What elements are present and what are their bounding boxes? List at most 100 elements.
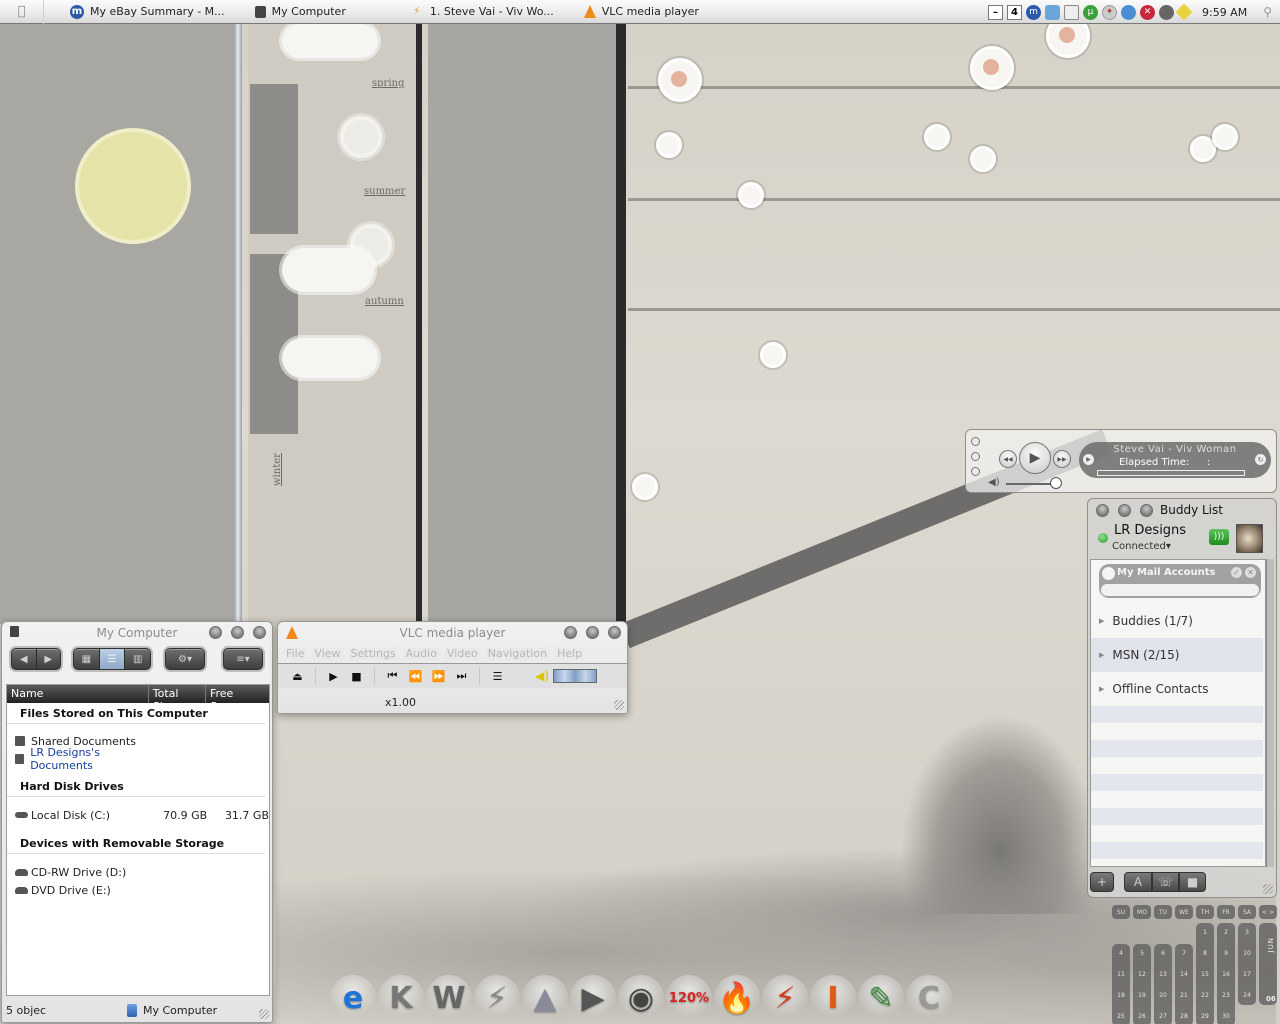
calendar-day[interactable]: 7: [1175, 950, 1193, 957]
calendar-day[interactable]: 5: [1133, 950, 1151, 957]
calendar-day[interactable]: 8: [1196, 950, 1214, 957]
widget-close-button[interactable]: [971, 437, 980, 446]
taskbar-item-ebay[interactable]: m My eBay Summary - M...: [62, 0, 233, 24]
calendar-day[interactable]: 1: [1196, 929, 1214, 936]
calendar-day[interactable]: 3: [1238, 929, 1256, 936]
calendar-day[interactable]: 6: [1154, 950, 1172, 957]
month-nav-button[interactable]: < >: [1259, 905, 1277, 919]
calendar-day[interactable]: 15: [1196, 971, 1214, 978]
display-icon[interactable]: [1063, 4, 1079, 20]
dock-item-vlc[interactable]: ▲: [522, 975, 568, 1021]
webcam-icon[interactable]: [1158, 4, 1174, 20]
dock-item-acrobat[interactable]: 120%: [666, 975, 712, 1021]
calendar-day[interactable]: 9: [1217, 950, 1235, 957]
list-view-button[interactable]: ☰: [99, 649, 126, 669]
calendar-day[interactable]: 18: [1112, 992, 1130, 999]
avatar[interactable]: [1236, 524, 1263, 553]
taskbar-item-my-computer[interactable]: My Computer: [247, 0, 354, 24]
calendar-day[interactable]: 24: [1238, 992, 1256, 999]
menu-view[interactable]: View: [312, 647, 343, 660]
dock-item-internet-explorer[interactable]: e: [330, 975, 376, 1021]
check-icon[interactable]: ✓: [1231, 567, 1242, 578]
eject-button[interactable]: ⏏: [286, 670, 309, 683]
widget-minimize-button[interactable]: [971, 452, 980, 461]
volume-knob[interactable]: [1050, 477, 1062, 489]
column-name[interactable]: Name: [7, 685, 149, 703]
column-total-size[interactable]: Total Size: [149, 685, 206, 713]
rewind-button[interactable]: ◀◀: [999, 450, 1017, 468]
calendar-day[interactable]: 28: [1175, 1013, 1193, 1020]
playlist-button[interactable]: ☰: [486, 670, 509, 683]
maxthon-icon[interactable]: m: [1025, 4, 1041, 20]
list-item-dvd-drive[interactable]: DVD Drive (E:): [7, 881, 269, 899]
forward-button[interactable]: ▶▶: [1053, 450, 1071, 468]
utorrent-icon[interactable]: µ: [1082, 4, 1098, 20]
calendar-day[interactable]: 20: [1154, 992, 1172, 999]
menu-settings[interactable]: Settings: [348, 647, 398, 660]
volume-track[interactable]: [1006, 483, 1056, 485]
action-menu-button[interactable]: ⚙▾: [165, 648, 205, 670]
calendar-day[interactable]: 2: [1217, 929, 1235, 936]
mail-toggle-icon[interactable]: [1102, 567, 1115, 580]
mail-accounts-panel[interactable]: My Mail Accounts ✓ ✕: [1099, 564, 1261, 598]
compass-icon[interactable]: ✦: [1101, 4, 1117, 20]
menu-help[interactable]: Help: [555, 647, 585, 660]
zoom-button[interactable]: [1140, 504, 1153, 517]
zoom-button[interactable]: [586, 626, 599, 639]
minimize-button[interactable]: [209, 626, 222, 639]
stop-button[interactable]: ■: [345, 670, 368, 683]
dock-item-editor[interactable]: ✎: [858, 975, 904, 1021]
speaker-icon[interactable]: ◀): [535, 669, 549, 683]
calendar-day[interactable]: 11: [1112, 971, 1130, 978]
dock-item-w-app[interactable]: W: [426, 975, 472, 1021]
group-buddies[interactable]: ▶ Buddies (1/7): [1091, 604, 1263, 638]
close-button[interactable]: [608, 626, 621, 639]
status-selector[interactable]: Connected▾: [1112, 541, 1171, 552]
taskbar-item-winamp[interactable]: ⚡ 1. Steve Vai - Viv Wo...: [402, 0, 562, 24]
resize-grip[interactable]: [614, 700, 624, 710]
messenger-icon[interactable]: [1120, 4, 1136, 20]
calendar-day[interactable]: 25: [1112, 1013, 1130, 1020]
dock-item-media-player[interactable]: ▶: [570, 975, 616, 1021]
close-icon[interactable]: ✕: [1245, 567, 1256, 578]
resize-grip[interactable]: [1263, 884, 1273, 894]
dock-item-speaker[interactable]: ◉: [618, 975, 664, 1021]
zoom-button[interactable]: [231, 626, 244, 639]
window-titlebar[interactable]: VLC media player: [278, 622, 627, 644]
dock-item-installer-box[interactable]: I: [810, 975, 856, 1021]
close-button[interactable]: [253, 626, 266, 639]
dock-item-winamp[interactable]: ⚡: [762, 975, 808, 1021]
add-buddy-button[interactable]: +: [1090, 872, 1114, 892]
calendar-day[interactable]: 23: [1217, 992, 1235, 999]
minimize-button[interactable]: [1118, 504, 1131, 517]
icons-view-button[interactable]: ▦: [74, 649, 100, 669]
group-offline[interactable]: ▶ Offline Contacts: [1091, 672, 1263, 706]
pencil-icon[interactable]: [1175, 3, 1193, 21]
menu-audio[interactable]: Audio: [403, 647, 439, 660]
column-free-space[interactable]: Free Space: [206, 685, 269, 713]
video-chat-button[interactable]: ■: [1179, 872, 1206, 892]
list-item-user-documents[interactable]: LR Designs's Documents: [7, 746, 269, 772]
calendar-day[interactable]: 13: [1154, 971, 1172, 978]
rewind-button[interactable]: ⏪: [404, 670, 427, 683]
minimize-all-icon[interactable]: –: [987, 4, 1003, 20]
calendar-day[interactable]: 30: [1217, 1013, 1235, 1020]
list-item-local-disk[interactable]: Local Disk (C:) 70.9 GB 31.7 GB: [7, 806, 269, 824]
calendar-day[interactable]: 4: [1112, 950, 1130, 957]
fast-forward-button[interactable]: ⏩: [427, 670, 450, 683]
list-item-cd-drive[interactable]: CD-RW Drive (D:): [7, 863, 269, 881]
dock-item-c-app[interactable]: C: [906, 975, 952, 1021]
window-titlebar[interactable]: My Computer: [2, 622, 272, 644]
track-progress-bar[interactable]: [1097, 470, 1245, 476]
security-shield-icon[interactable]: ✕: [1139, 4, 1155, 20]
menu-video[interactable]: Video: [444, 647, 480, 660]
forward-button[interactable]: ▶: [37, 649, 61, 669]
virtual-desktop-icon[interactable]: 4: [1006, 4, 1022, 20]
minimize-button[interactable]: [564, 626, 577, 639]
repeat-icon[interactable]: ↻: [1255, 454, 1266, 465]
previous-button[interactable]: ⏮: [381, 669, 404, 683]
play-button[interactable]: ▶: [1019, 442, 1051, 474]
dock-item-burner[interactable]: 🔥: [714, 975, 760, 1021]
calendar-day[interactable]: 27: [1154, 1013, 1172, 1020]
widget-menu-button[interactable]: [971, 467, 980, 476]
